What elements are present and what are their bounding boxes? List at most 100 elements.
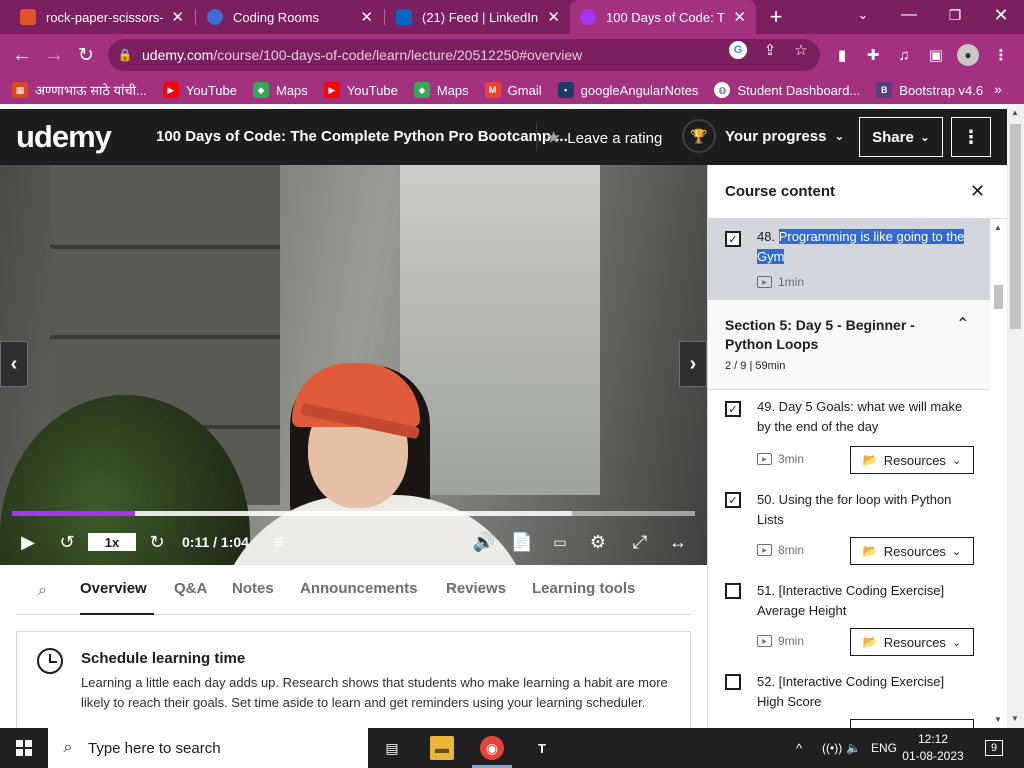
browser-menu-icon[interactable]: ⋮: [990, 44, 1012, 66]
volume-icon[interactable]: 🔊: [472, 530, 496, 554]
completed-checkbox[interactable]: ✓: [725, 492, 741, 508]
tab-rock-paper-scissors[interactable]: rock-paper-scissors-sta ✕: [10, 0, 194, 34]
bookmark-item[interactable]: M Gmail: [484, 82, 542, 98]
close-icon[interactable]: ✕: [733, 8, 746, 26]
lecture-item[interactable]: ✓ 49. Day 5 Goals: what we will make by …: [708, 391, 990, 482]
close-icon[interactable]: ✕: [970, 181, 985, 202]
sidebar-scrollbar[interactable]: ▲ ▼: [990, 219, 1007, 728]
scrollbar-thumb[interactable]: [1010, 124, 1021, 329]
tab-linkedin[interactable]: (21) Feed | LinkedIn ✕: [386, 0, 570, 34]
scrollbar-thumb[interactable]: [994, 285, 1003, 309]
notifications-icon[interactable]: 9: [982, 736, 1006, 760]
tab-notes[interactable]: Notes: [232, 580, 274, 597]
bookmark-item[interactable]: B Bootstrap v4.6: [876, 82, 983, 98]
search-icon[interactable]: ⌕: [38, 582, 47, 600]
tab-qa[interactable]: Q&A: [174, 580, 207, 597]
bookmark-item[interactable]: ▶ YouTube: [323, 82, 398, 98]
forward-button[interactable]: →: [38, 34, 70, 76]
tab-search-button[interactable]: ⌄: [840, 0, 886, 30]
expand-width-icon[interactable]: ↔: [666, 530, 690, 554]
side-panel-icon[interactable]: ▣: [925, 44, 947, 66]
section-header[interactable]: Section 5: Day 5 - Beginner - Python Loo…: [708, 300, 990, 390]
bookmark-item[interactable]: ▪ googleAngularNotes: [557, 82, 698, 98]
puzzle-extensions-icon[interactable]: ✚: [862, 44, 884, 66]
video-player[interactable]: [0, 165, 707, 565]
typora-icon[interactable]: T: [530, 736, 554, 760]
bookmark-item[interactable]: ▦ अण्णाभाऊ साठे यांची...: [12, 81, 147, 99]
new-tab-button[interactable]: +: [754, 2, 798, 32]
incomplete-checkbox[interactable]: [725, 674, 741, 690]
next-lecture-button[interactable]: ›: [679, 341, 707, 387]
fullscreen-icon[interactable]: ⤢: [628, 530, 652, 554]
lecture-item[interactable]: 52. [Interactive Coding Exercise] High S…: [708, 664, 990, 728]
bookmark-item[interactable]: ▶ YouTube: [162, 82, 237, 98]
more-options-button[interactable]: ⋮: [951, 117, 991, 157]
tab-announcements[interactable]: Announcements: [300, 580, 418, 597]
taskbar-search[interactable]: ⌕ Type here to search: [48, 728, 368, 768]
share-icon[interactable]: ⇪: [761, 41, 779, 59]
wifi-icon[interactable]: ((•)): [822, 728, 842, 768]
reload-button[interactable]: ↻: [70, 34, 102, 76]
lock-icon[interactable]: 🔒: [108, 48, 142, 62]
settings-gear-icon[interactable]: ⚙: [586, 530, 610, 554]
bookmark-item[interactable]: ◆ Maps: [252, 82, 308, 98]
transcript-icon[interactable]: 📄: [510, 530, 534, 554]
bookmark-item[interactable]: ◍ Student Dashboard...: [714, 82, 860, 98]
volume-icon[interactable]: 🔈: [846, 728, 861, 768]
completed-checkbox[interactable]: ✓: [725, 231, 741, 247]
bookmark-star-icon[interactable]: ☆: [792, 41, 810, 59]
close-icon[interactable]: ✕: [360, 8, 373, 26]
lecture-item[interactable]: ✓ 50. Using the for loop with Python Lis…: [708, 482, 990, 573]
scroll-down-icon[interactable]: ▼: [994, 715, 1002, 724]
address-bar[interactable]: 🔒 udemy.com /course/100-days-of-code/lea…: [108, 39, 820, 71]
minimize-button[interactable]: —: [886, 0, 932, 30]
forward-5-icon[interactable]: ↻: [145, 530, 169, 554]
close-window-button[interactable]: ✕: [978, 0, 1024, 30]
scroll-up-icon[interactable]: ▲: [994, 223, 1002, 232]
play-icon[interactable]: ▶: [16, 530, 40, 554]
task-view-icon[interactable]: ▤: [380, 736, 404, 760]
resources-button[interactable]: 📂 Resources ⌄: [850, 446, 974, 474]
close-icon[interactable]: ✕: [547, 8, 560, 26]
more-bookmarks-icon[interactable]: »: [994, 81, 1002, 97]
your-progress-button[interactable]: 🏆 Your progress ⌄: [682, 119, 844, 153]
share-button[interactable]: Share ⌄: [859, 117, 943, 157]
current-lecture[interactable]: ✓ 48. Programming is like going to the G…: [708, 219, 990, 300]
course-title[interactable]: 100 Days of Code: The Complete Python Pr…: [156, 128, 568, 145]
clock[interactable]: 12:12 01-08-2023: [897, 731, 969, 765]
tab-reviews[interactable]: Reviews: [446, 580, 506, 597]
chrome-icon[interactable]: ◉: [480, 736, 504, 760]
tab-learning-tools[interactable]: Learning tools: [532, 580, 635, 597]
completed-checkbox[interactable]: ✓: [725, 401, 741, 417]
resources-button[interactable]: 📂 Resources ⌄: [850, 628, 974, 656]
lecture-item[interactable]: 51. [Interactive Coding Exercise] Averag…: [708, 573, 990, 664]
resources-button[interactable]: [850, 719, 974, 728]
playback-speed-button[interactable]: 1x: [88, 533, 136, 551]
add-note-icon[interactable]: ≡: [266, 530, 292, 554]
tab-coding-rooms[interactable]: Coding Rooms ✕: [197, 0, 383, 34]
video-progress-bar[interactable]: [12, 511, 695, 516]
incomplete-checkbox[interactable]: [725, 583, 741, 599]
close-icon[interactable]: ✕: [171, 8, 184, 26]
resources-button[interactable]: 📂 Resources ⌄: [850, 537, 974, 565]
media-control-icon[interactable]: ♫: [893, 44, 915, 66]
udemy-logo[interactable]: udemy: [16, 119, 112, 155]
previous-lecture-button[interactable]: ‹: [0, 341, 28, 387]
rewind-5-icon[interactable]: ↺: [55, 530, 79, 554]
page-scrollbar[interactable]: ▲ ▼: [1007, 104, 1024, 728]
scroll-down-icon[interactable]: ▼: [1011, 714, 1019, 723]
extension-icon[interactable]: ▮: [831, 44, 853, 66]
tab-overview[interactable]: Overview: [80, 580, 147, 597]
google-icon[interactable]: G: [729, 41, 747, 59]
restore-button[interactable]: ❐: [932, 0, 978, 30]
back-button[interactable]: ←: [6, 34, 38, 76]
tab-udemy-active[interactable]: 100 Days of Code: The ✕: [570, 0, 756, 34]
scroll-up-icon[interactable]: ▲: [1011, 108, 1019, 117]
profile-avatar[interactable]: ●: [957, 44, 979, 66]
start-button[interactable]: [0, 728, 48, 768]
show-hidden-icons[interactable]: ^: [796, 728, 802, 768]
captions-icon[interactable]: ▭: [548, 530, 572, 554]
leave-rating-button[interactable]: ★ Leave a rating: [546, 128, 662, 148]
language-indicator[interactable]: ENG: [871, 728, 897, 768]
bookmark-item[interactable]: ◆ Maps: [413, 82, 469, 98]
